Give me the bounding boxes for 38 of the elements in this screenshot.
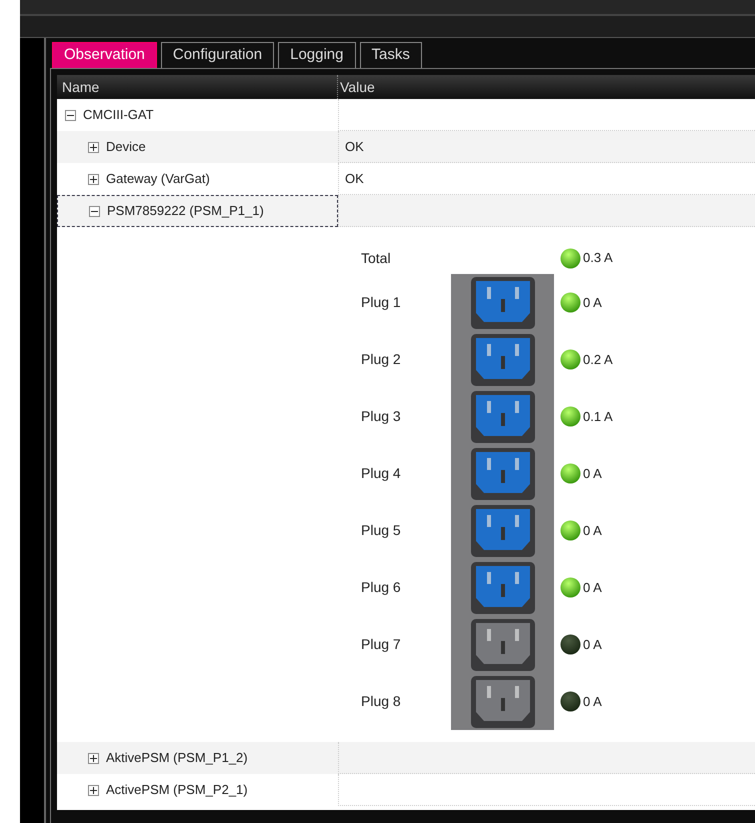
current-reading: 0 A <box>583 578 602 597</box>
column-header[interactable]: Value <box>338 75 755 99</box>
plug-label: Plug 3 <box>361 407 401 426</box>
expand-icon[interactable] <box>88 174 99 184</box>
current-reading: 0 A <box>583 636 602 654</box>
tree-item[interactable]: PSM7859222 (PSM_P1_1) <box>107 201 264 221</box>
plug-label: Plug 5 <box>361 521 401 540</box>
expand-icon[interactable] <box>88 752 99 764</box>
expand-icon[interactable] <box>88 142 99 152</box>
plug-label: Plug 6 <box>361 578 401 597</box>
value-text: OK <box>345 138 364 156</box>
current-reading: 0 A <box>583 294 602 312</box>
tab[interactable]: Tasks <box>360 42 422 68</box>
tree-item[interactable]: Gateway (VarGat) <box>106 169 210 189</box>
focused-row[interactable]: PSM7859222 (PSM_P1_1) <box>57 195 338 227</box>
current-reading: 0.1 A <box>583 408 613 426</box>
plug-label: Plug 7 <box>361 635 401 654</box>
plug-label: Plug 1 <box>361 293 401 312</box>
tab[interactable]: Configuration <box>160 42 274 68</box>
tab[interactable]: Logging <box>278 42 356 68</box>
current-reading: 0 A <box>583 522 602 540</box>
current-reading: 0.3 A <box>583 249 613 268</box>
plug-label: Plug 2 <box>361 350 401 369</box>
plug-label: Plug 8 <box>361 692 401 711</box>
current-reading: 0 A <box>583 464 602 483</box>
tree-item[interactable]: ActivePSM (PSM_P2_1) <box>106 780 248 800</box>
collapse-icon[interactable] <box>65 110 76 120</box>
tree-item[interactable]: AktivePSM (PSM_P1_2) <box>106 748 248 768</box>
collapse-icon[interactable] <box>89 206 100 216</box>
current-reading: 0 A <box>583 692 602 711</box>
plug-label: Plug 4 <box>361 464 401 483</box>
current-reading: 0.2 A <box>583 350 613 369</box>
tree-item[interactable]: CMCIII-GAT <box>83 105 154 125</box>
tab[interactable]: Observation <box>52 42 157 68</box>
total-label: Total <box>361 248 392 268</box>
value-text: OK <box>345 170 364 188</box>
expand-icon[interactable] <box>88 784 99 796</box>
tree-item[interactable]: Device <box>106 137 146 157</box>
